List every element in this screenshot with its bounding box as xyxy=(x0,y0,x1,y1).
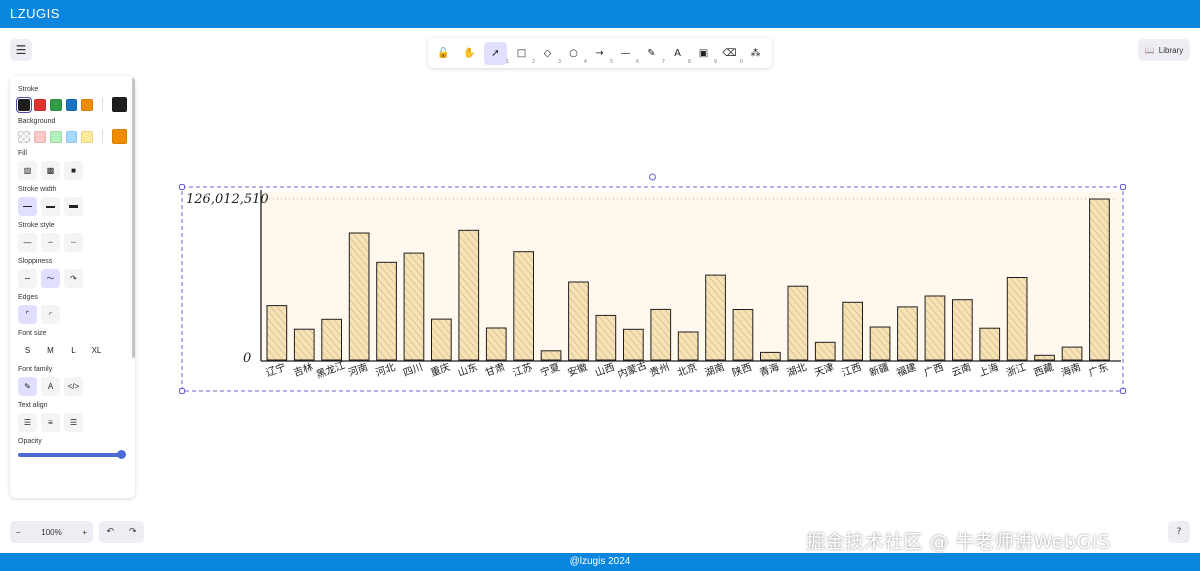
bar[interactable] xyxy=(814,341,836,361)
bar[interactable] xyxy=(623,328,644,361)
bar[interactable] xyxy=(266,305,288,361)
category-label: 吉林 xyxy=(291,360,314,379)
category-label: 河南 xyxy=(346,360,369,379)
bar[interactable] xyxy=(760,351,781,361)
category-label: 云南 xyxy=(950,360,973,379)
category-label: 北京 xyxy=(675,360,698,379)
bar[interactable] xyxy=(897,306,918,361)
bar[interactable] xyxy=(732,309,754,361)
bar[interactable] xyxy=(513,251,534,361)
category-label: 黑龙江 xyxy=(314,358,347,380)
category-label: 江西 xyxy=(840,361,863,379)
category-label: 内蒙古 xyxy=(616,358,649,380)
rotate-handle[interactable] xyxy=(649,173,656,181)
bar[interactable] xyxy=(1006,277,1028,361)
bar[interactable] xyxy=(540,350,562,361)
watermark-text: 掘金技术社区 @ 牛老师讲WebGIS xyxy=(806,531,1111,553)
help-icon: ? xyxy=(1176,527,1182,537)
bar[interactable] xyxy=(677,331,699,361)
category-label: 宁夏 xyxy=(538,360,561,379)
category-label: 贵州 xyxy=(648,360,671,379)
zoom-in-button[interactable]: + xyxy=(82,528,87,537)
bar[interactable] xyxy=(979,327,1001,361)
category-label: 海南 xyxy=(1059,360,1082,379)
category-label: 甘肃 xyxy=(483,360,506,379)
bar[interactable] xyxy=(869,326,891,361)
category-label: 广西 xyxy=(922,361,945,379)
category-label: 湖南 xyxy=(703,360,726,379)
bar[interactable] xyxy=(403,252,425,361)
bar[interactable] xyxy=(321,318,342,361)
category-label: 广东 xyxy=(1087,360,1110,379)
bar[interactable] xyxy=(568,281,589,361)
bar[interactable] xyxy=(431,318,452,361)
history-controls: ↶ ↷ xyxy=(99,521,144,543)
category-label: 重庆 xyxy=(429,360,452,379)
bar-chart-element[interactable]: 126,012,510 0 辽宁 吉林 黑龙江 河南 河北 四川 重庆 山东 甘肃 江苏 宁夏 安徽 山西内… xyxy=(0,0,1200,571)
category-label: 辽宁 xyxy=(264,360,287,379)
bar[interactable] xyxy=(485,327,507,361)
bar[interactable] xyxy=(650,308,672,361)
bar[interactable] xyxy=(293,328,315,361)
bar[interactable] xyxy=(1034,354,1055,361)
category-label: 上海 xyxy=(977,360,1000,379)
category-label: 湖北 xyxy=(785,361,808,379)
category-label: 河北 xyxy=(374,361,397,379)
category-label: 新疆 xyxy=(867,360,890,379)
category-label: 山西 xyxy=(593,361,616,379)
y-min-label: 0 xyxy=(243,351,251,366)
category-label: 西藏 xyxy=(1032,361,1055,379)
bar[interactable] xyxy=(787,285,809,361)
category-label: 山东 xyxy=(456,360,479,379)
help-button[interactable]: ? xyxy=(1168,521,1190,543)
category-label: 四川 xyxy=(402,362,425,379)
bar[interactable] xyxy=(924,295,946,361)
bar[interactable] xyxy=(952,299,973,361)
resize-handle[interactable] xyxy=(179,388,185,394)
category-label: 安徽 xyxy=(566,360,589,379)
zoom-out-button[interactable]: − xyxy=(16,528,21,537)
bar[interactable] xyxy=(1089,198,1110,361)
undo-icon[interactable]: ↶ xyxy=(106,527,114,537)
category-label: 江苏 xyxy=(511,360,534,379)
footer-text: @lzugis 2024 xyxy=(569,556,631,567)
category-label: 天津 xyxy=(813,361,836,379)
y-max-label: 126,012,510 xyxy=(186,192,269,207)
resize-handle[interactable] xyxy=(1120,184,1126,190)
bar[interactable] xyxy=(595,314,617,361)
footer-bar: @lzugis 2024 xyxy=(0,553,1200,571)
category-label: 福建 xyxy=(895,360,918,379)
bar[interactable] xyxy=(376,261,397,361)
zoom-level[interactable]: 100% xyxy=(41,528,61,537)
category-label: 浙江 xyxy=(1005,361,1028,379)
redo-icon[interactable]: ↷ xyxy=(129,527,137,537)
bar[interactable] xyxy=(458,229,480,361)
bar[interactable] xyxy=(842,301,863,361)
resize-handle[interactable] xyxy=(179,184,185,190)
category-label: 陕西 xyxy=(730,360,753,379)
zoom-controls: − 100% + xyxy=(10,521,93,543)
resize-handle[interactable] xyxy=(1120,388,1126,394)
bar[interactable] xyxy=(1061,346,1083,361)
bar[interactable] xyxy=(348,232,370,361)
category-label: 青海 xyxy=(758,360,781,379)
bar[interactable] xyxy=(705,274,726,361)
